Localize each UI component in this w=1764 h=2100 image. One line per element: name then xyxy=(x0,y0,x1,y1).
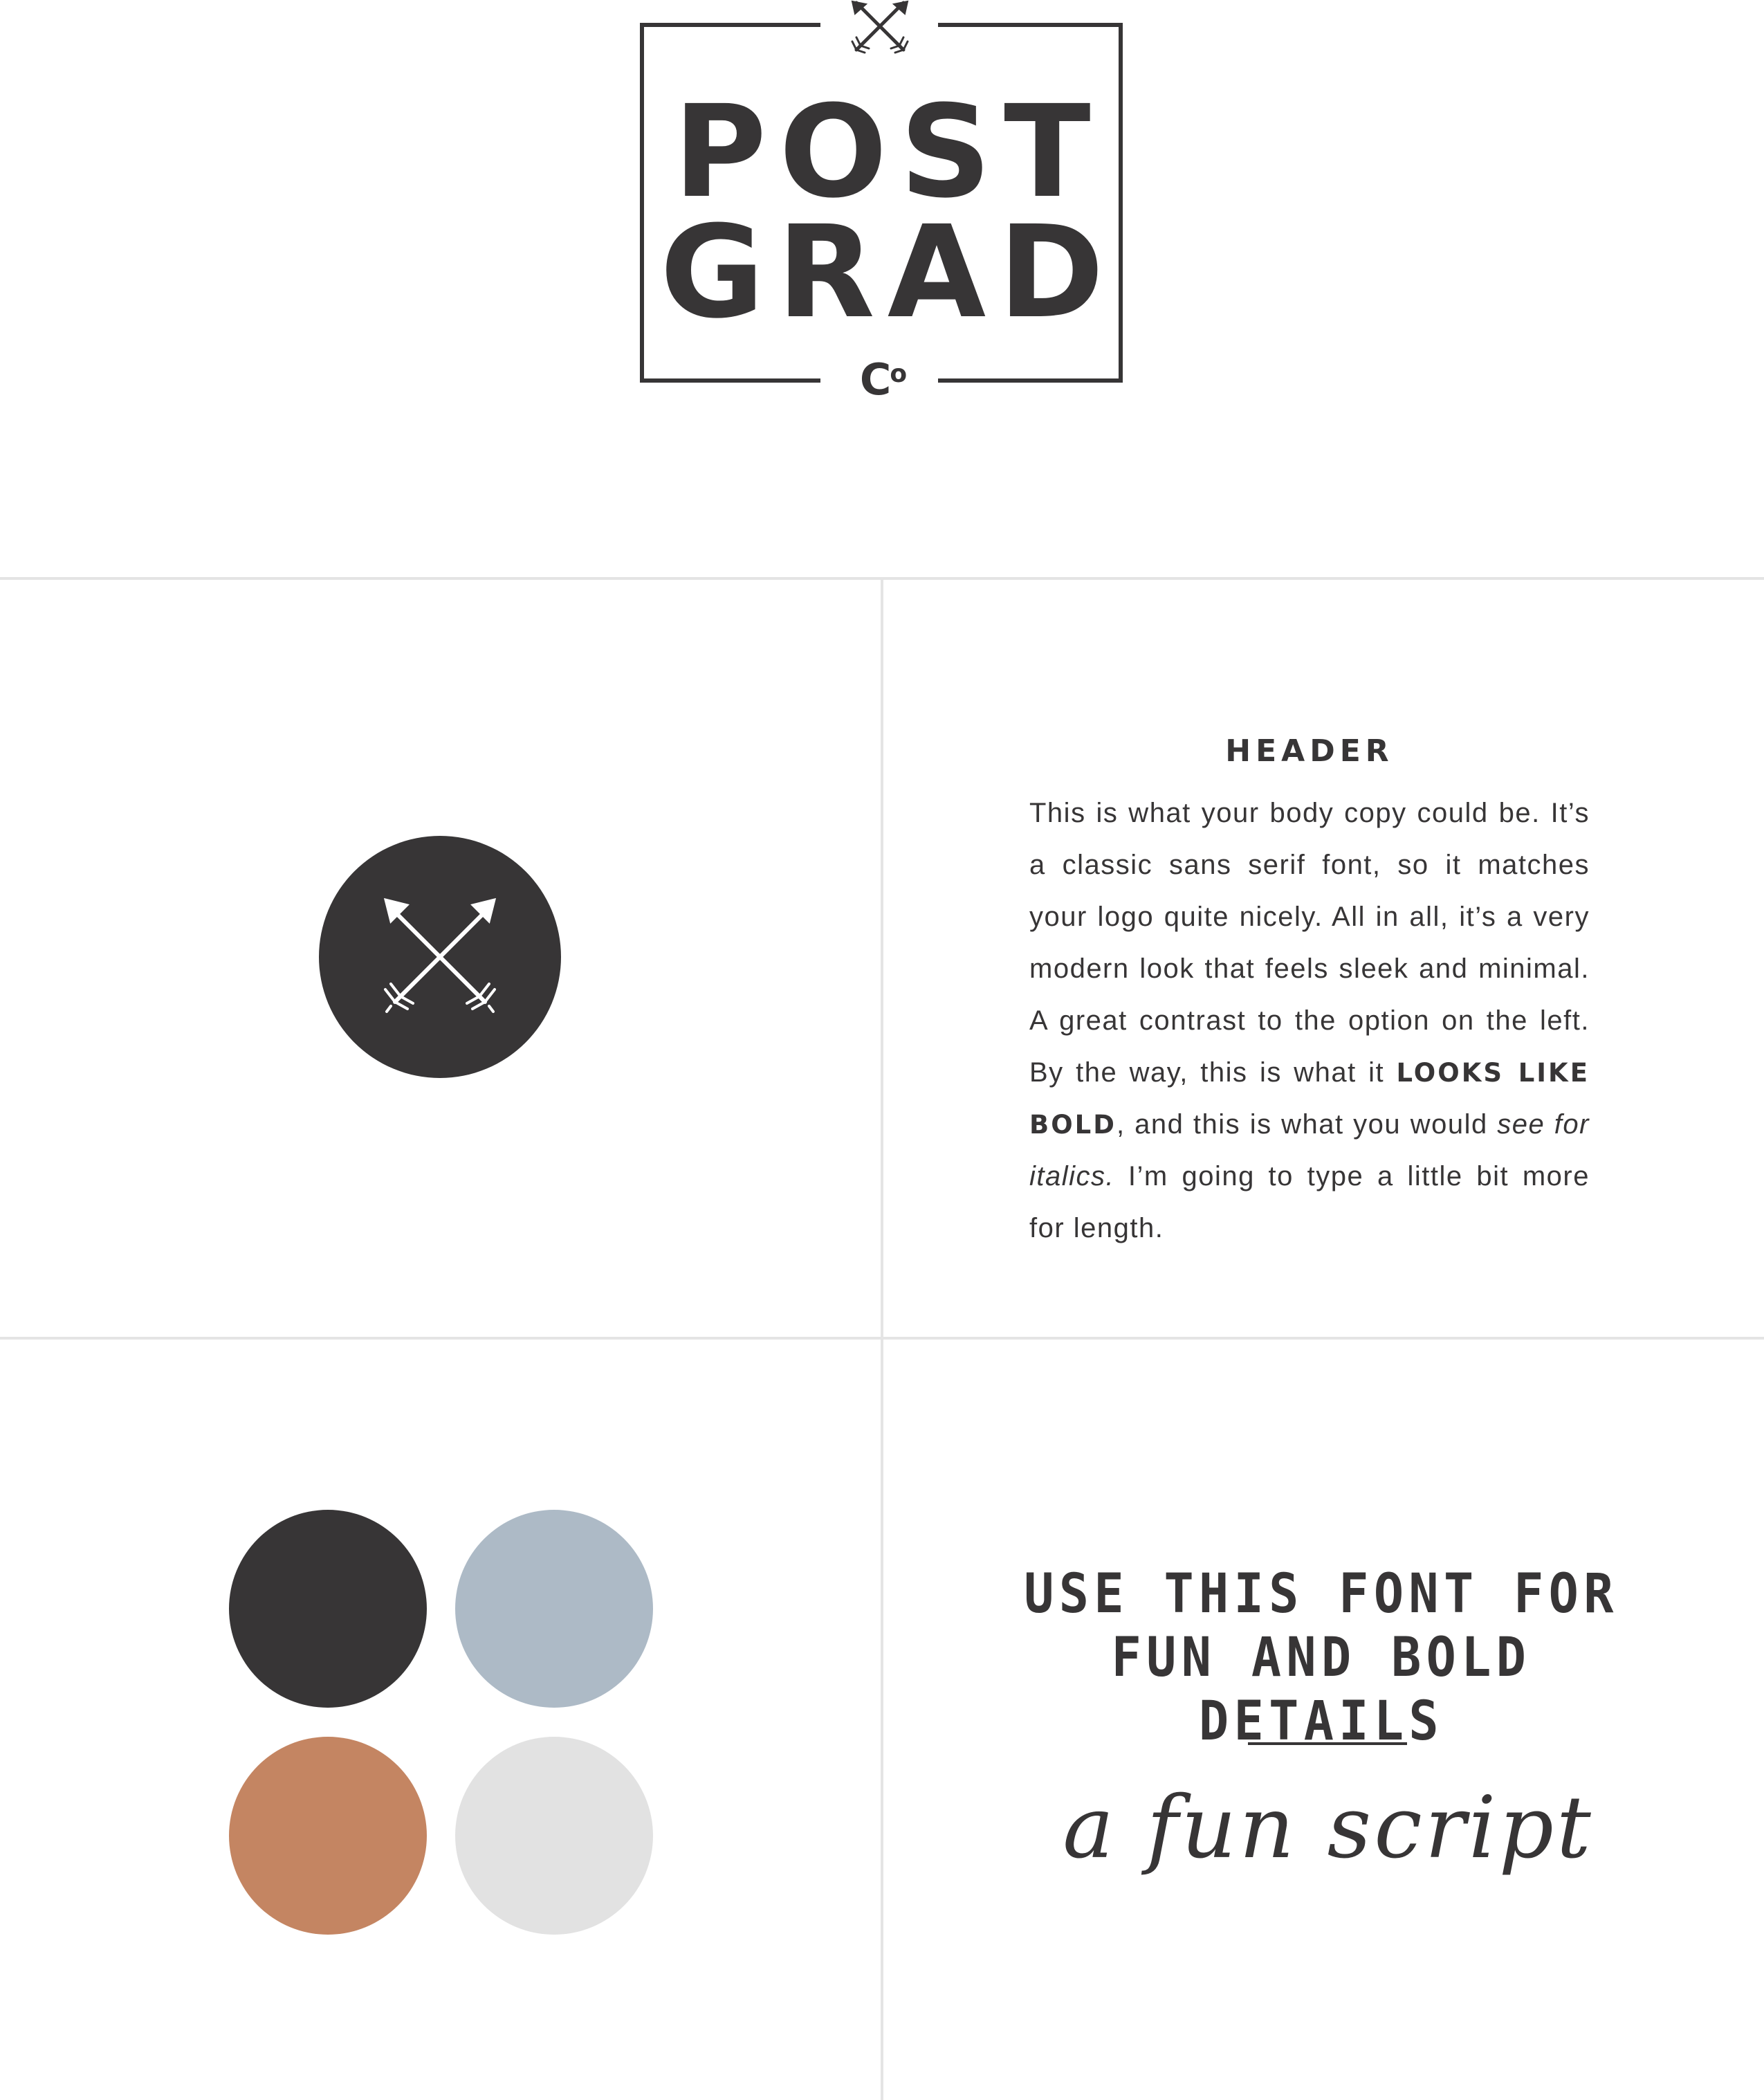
crossed-arrows-icon xyxy=(851,0,909,54)
crossed-arrows-icon xyxy=(319,836,561,1078)
display-line-2: FUN AND BOLD DETAILS xyxy=(1111,1627,1532,1753)
body-copy: This is what your body copy could be. It… xyxy=(1029,787,1590,1254)
body-copy-text-2: , and this is what you would xyxy=(1116,1109,1498,1140)
icon-badge xyxy=(319,836,561,1078)
logo-line-post: POST xyxy=(673,78,1103,226)
display-line-1: USE THIS FONT FOR xyxy=(1024,1563,1619,1625)
display-divider xyxy=(1248,1742,1407,1745)
logo-co-super: o xyxy=(890,360,908,388)
logo: POST GRAD Co xyxy=(0,0,1764,415)
script-font-sample: a fun script xyxy=(1063,1778,1594,1878)
body-copy-text-1: This is what your body copy could be. It… xyxy=(1029,798,1590,1088)
swatch-light-gray xyxy=(455,1737,653,1935)
vertical-divider xyxy=(881,578,883,2100)
logo-line-grad: GRAD xyxy=(660,199,1117,347)
logo-co-letter: C xyxy=(859,354,892,405)
logo-co: Co xyxy=(845,354,921,405)
swatch-charcoal xyxy=(229,1510,427,1708)
copy-header: HEADER xyxy=(1225,733,1394,769)
swatch-terracotta xyxy=(229,1737,427,1935)
display-font-sample: USE THIS FONT FOR FUN AND BOLD DETAILS xyxy=(984,1562,1658,1753)
swatch-dusty-blue xyxy=(455,1510,653,1708)
